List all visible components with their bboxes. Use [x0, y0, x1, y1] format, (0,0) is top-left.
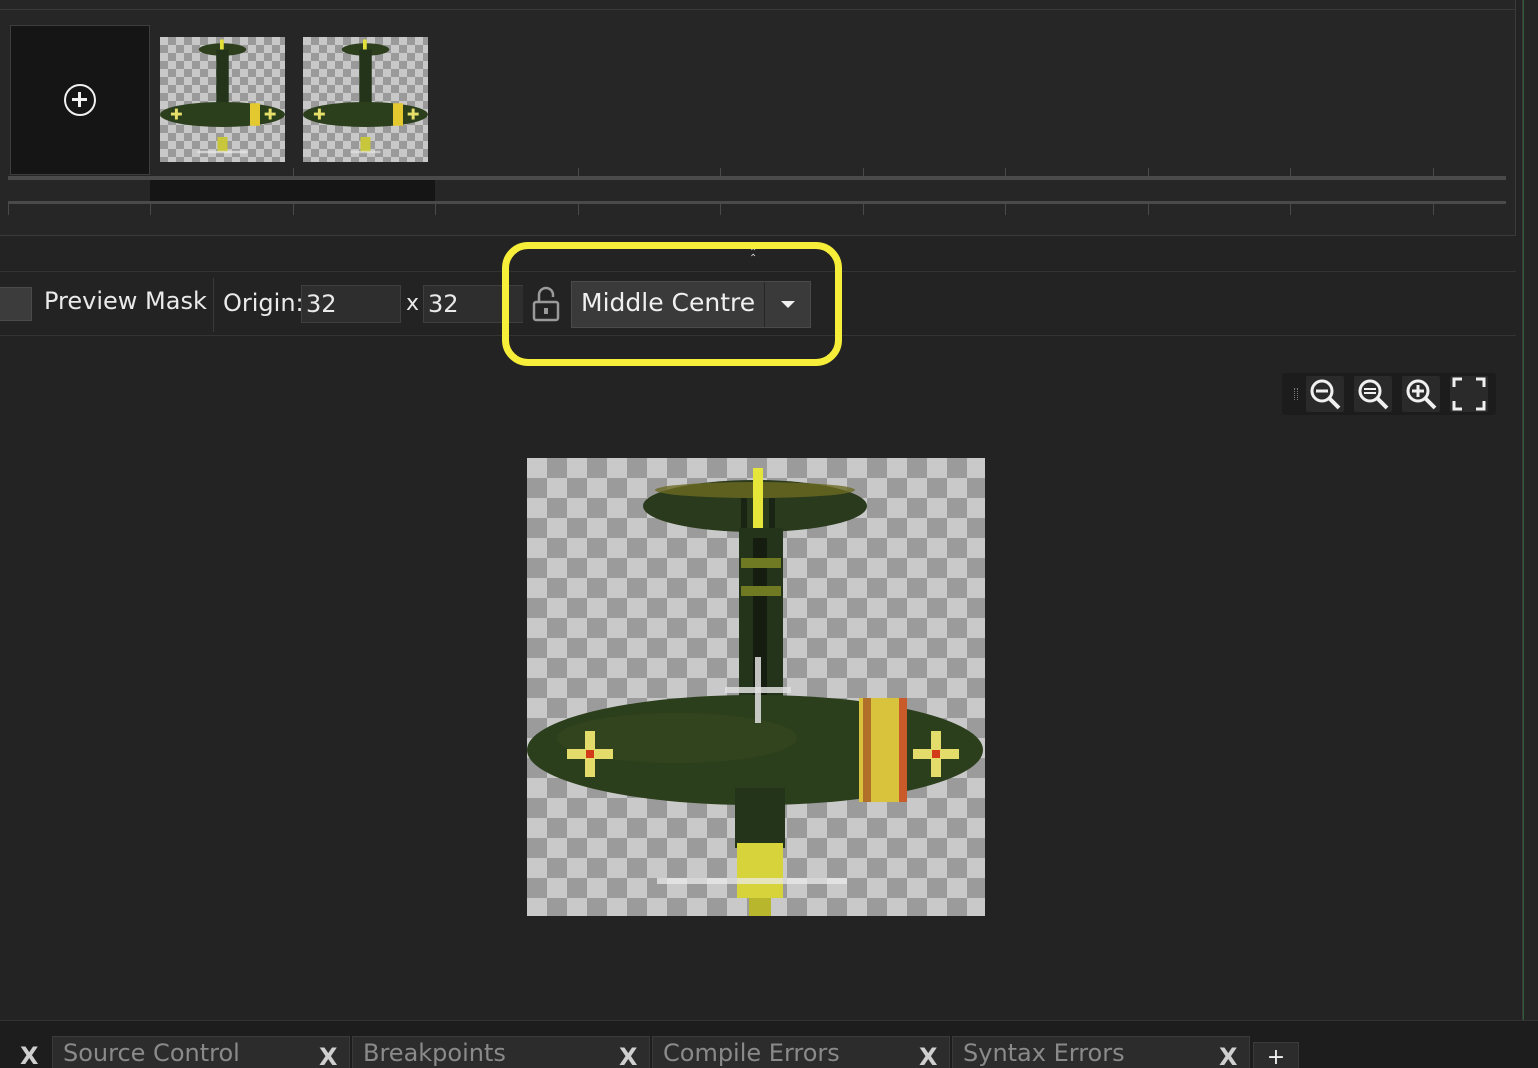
tick	[1005, 168, 1006, 176]
tab-syntax-errors[interactable]: Syntax Errors X	[952, 1036, 1250, 1068]
tick	[578, 168, 579, 176]
svg-text:✚: ✚	[313, 106, 326, 124]
tick	[720, 168, 721, 176]
preview-mask-label: Preview Mask	[44, 287, 207, 315]
highlight-annotation	[502, 242, 842, 366]
zoom-out-icon	[1310, 379, 1341, 410]
timeline-selection[interactable]	[150, 180, 435, 201]
tab-label: Compile Errors	[663, 1039, 840, 1067]
tick	[1290, 168, 1291, 176]
svg-text:✚: ✚	[407, 106, 420, 124]
plane-sprite-icon	[527, 468, 983, 916]
sprite-editor: ✚ ✚ ✚ ✚ ⌃ ⌃ Preview Mask Origin: 32 x 32…	[0, 0, 1538, 1068]
svg-text:✚: ✚	[170, 106, 183, 124]
tick	[1005, 201, 1006, 215]
tab-breakpoints[interactable]: Breakpoints X	[352, 1036, 650, 1068]
zoom-in-button[interactable]	[1402, 376, 1440, 412]
plane-sprite-icon: ✚ ✚	[303, 39, 428, 154]
close-icon[interactable]: X	[619, 1043, 638, 1068]
add-tab-button[interactable]: +	[1253, 1042, 1299, 1068]
add-circle-icon	[64, 84, 96, 116]
drag-handle-icon[interactable]	[1294, 388, 1298, 400]
tab-label: Source Control	[63, 1039, 240, 1067]
tab-source-control[interactable]: Source Control X	[52, 1036, 350, 1068]
tick	[1433, 168, 1434, 176]
frames-panel: ✚ ✚ ✚ ✚	[0, 0, 1516, 236]
close-icon[interactable]: X	[319, 1043, 338, 1068]
divider	[0, 9, 1516, 10]
tick	[8, 201, 9, 215]
timeline-track-lower	[8, 201, 1506, 204]
tab-label: Syntax Errors	[963, 1039, 1125, 1067]
tick	[1290, 201, 1291, 215]
tick	[293, 201, 294, 215]
tick	[863, 201, 864, 215]
fit-to-screen-icon	[1452, 377, 1486, 411]
frame-thumbnail-1[interactable]: ✚ ✚	[160, 37, 285, 162]
plane-sprite-icon: ✚ ✚	[160, 39, 285, 154]
tick	[578, 201, 579, 215]
frame-thumbnail-2[interactable]: ✚ ✚	[303, 37, 428, 162]
origin-label: Origin:	[223, 289, 304, 317]
origin-separator: x	[406, 291, 420, 316]
tick	[1148, 201, 1149, 215]
close-icon[interactable]: X	[1219, 1043, 1238, 1068]
zoom-out-button[interactable]	[1306, 376, 1344, 412]
fit-to-screen-button[interactable]	[1450, 376, 1488, 412]
vertical-scrollbar[interactable]	[1522, 0, 1538, 1020]
close-icon[interactable]: X	[919, 1043, 938, 1068]
tab-label: Breakpoints	[363, 1039, 506, 1067]
tick	[150, 201, 151, 215]
tick	[863, 168, 864, 176]
tick	[435, 201, 436, 215]
tick	[293, 168, 294, 176]
tick	[1433, 201, 1434, 215]
tab-compile-errors[interactable]: Compile Errors X	[652, 1036, 950, 1068]
divider	[213, 278, 214, 332]
divider	[1523, 0, 1524, 1020]
zoom-in-icon	[1406, 379, 1437, 410]
tick	[1148, 168, 1149, 176]
add-frame-button[interactable]	[10, 25, 150, 175]
preview-mask-toggle[interactable]	[0, 287, 32, 321]
close-icon[interactable]: X	[20, 1042, 39, 1068]
zoom-toolbar	[1282, 373, 1496, 415]
origin-x-input[interactable]: 32	[301, 285, 401, 323]
sprite-preview-canvas[interactable]	[527, 458, 985, 916]
tick	[720, 201, 721, 215]
svg-text:✚: ✚	[264, 106, 277, 124]
zoom-reset-button[interactable]	[1354, 376, 1392, 412]
zoom-reset-icon	[1358, 379, 1389, 410]
